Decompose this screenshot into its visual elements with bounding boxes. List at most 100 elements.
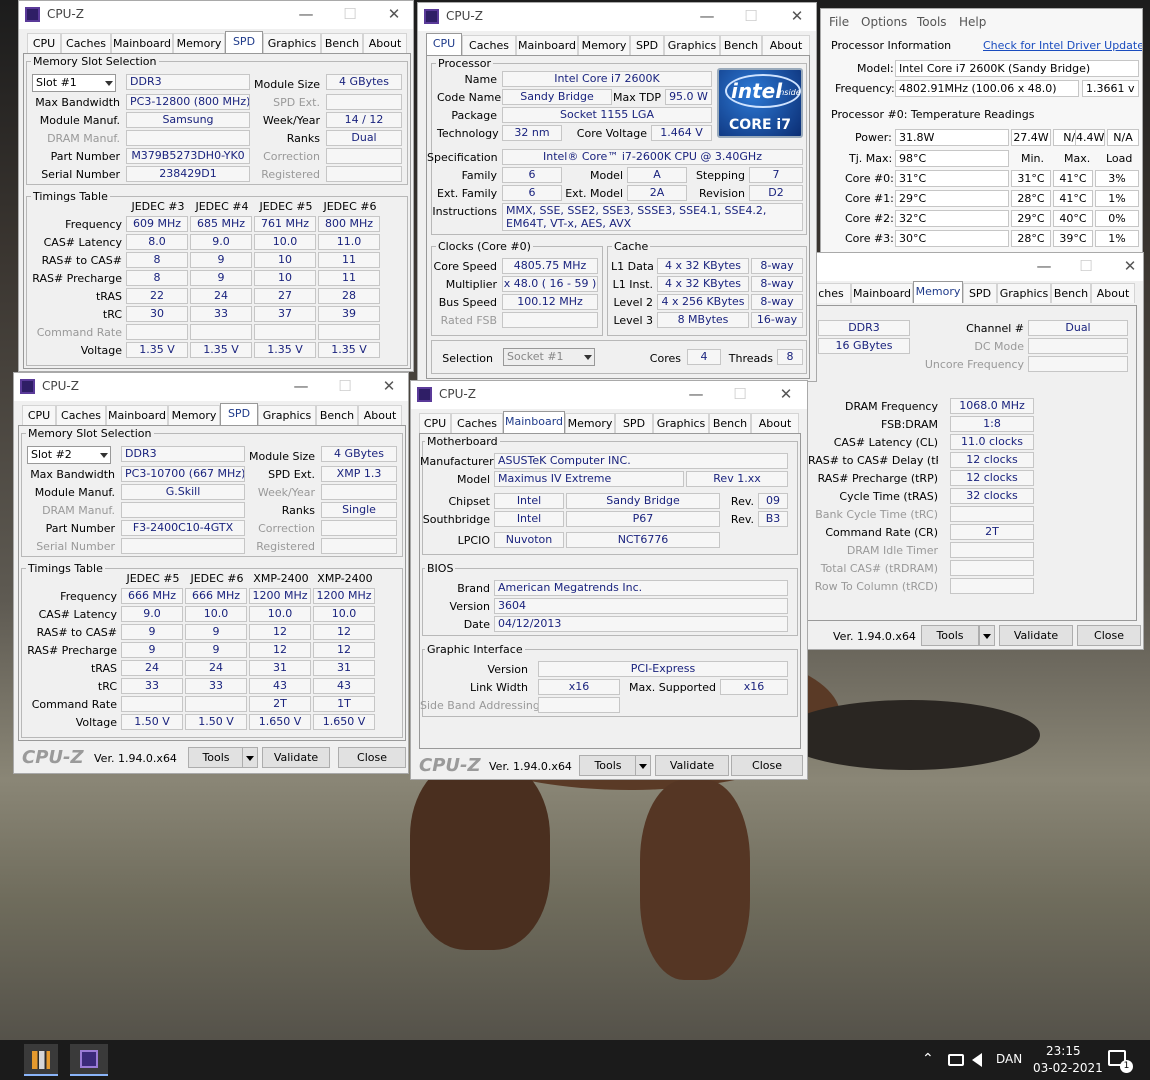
maximize-button[interactable]: ☐ <box>1069 257 1103 277</box>
tab-mainboard[interactable]: Mainboard <box>106 405 168 425</box>
tab-mainboard[interactable]: Mainboard <box>516 35 578 55</box>
timing-cell: 10 <box>254 252 316 268</box>
tools-button[interactable]: Tools <box>921 625 979 646</box>
revision-label: Revision <box>699 187 745 200</box>
minimize-button[interactable]: — <box>679 385 713 405</box>
menu-options[interactable]: Options <box>861 15 907 29</box>
clock-time[interactable]: 23:15 <box>1046 1044 1081 1058</box>
close-window-button[interactable]: ✕ <box>780 7 814 27</box>
core-max: 39°C <box>1053 230 1093 247</box>
clock-date[interactable]: 03-02-2021 <box>1033 1061 1103 1075</box>
timing-cell <box>318 324 380 340</box>
tab-caches[interactable]: Caches <box>462 35 516 55</box>
tab-spd[interactable]: SPD <box>963 283 997 303</box>
close-window-button[interactable]: ✕ <box>769 385 803 405</box>
correction-label: Correction <box>258 522 315 535</box>
tab-spd[interactable]: SPD <box>615 413 653 433</box>
close-button[interactable]: Close <box>1077 625 1141 646</box>
close-window-button[interactable]: ✕ <box>1113 257 1143 277</box>
tab-about[interactable]: About <box>751 413 799 433</box>
tab-cpu[interactable]: CPU <box>27 33 61 53</box>
input-language[interactable]: DAN <box>996 1052 1022 1066</box>
cpuz-app-icon <box>25 7 40 22</box>
module-manuf-value: G.Skill <box>121 484 245 500</box>
power-label: Power: <box>855 131 892 144</box>
minimize-button[interactable]: — <box>1027 257 1061 277</box>
tab-bench[interactable]: Bench <box>720 35 762 55</box>
tab-spd[interactable]: SPD <box>630 35 664 55</box>
tools-dropdown[interactable] <box>635 755 651 776</box>
maximize-button[interactable]: ☐ <box>723 385 757 405</box>
tab-caches[interactable]: Caches <box>451 413 503 433</box>
tab-graphics[interactable]: Graphics <box>997 283 1051 303</box>
tab-memory[interactable]: Memory <box>173 33 225 53</box>
minimize-button[interactable]: — <box>289 5 323 25</box>
taskbar-app-icon[interactable] <box>24 1044 58 1076</box>
tab-about[interactable]: About <box>1091 283 1135 303</box>
tab-memory[interactable]: Memory <box>168 405 220 425</box>
tools-dropdown[interactable] <box>979 625 995 646</box>
tab-bench[interactable]: Bench <box>316 405 358 425</box>
tools-button[interactable]: Tools <box>188 747 244 768</box>
socket-select[interactable]: Socket #1 <box>503 348 595 366</box>
tab-cpu[interactable]: CPU <box>419 413 451 433</box>
close-window-button[interactable]: ✕ <box>372 377 406 397</box>
minimize-button[interactable]: — <box>284 377 318 397</box>
tools-button[interactable]: Tools <box>579 755 637 776</box>
chipset-vendor: Intel <box>494 493 564 509</box>
tab-bench[interactable]: Bench <box>1051 283 1091 303</box>
tab-mainboard[interactable]: Mainboard <box>851 283 913 303</box>
tab-bench[interactable]: Bench <box>709 413 751 433</box>
close-button[interactable]: Close <box>731 755 803 776</box>
southbridge-label: Southbridge <box>422 513 490 526</box>
intel-driver-link[interactable]: Check for Intel Driver Updates <box>983 39 1142 52</box>
tab-about[interactable]: About <box>358 405 402 425</box>
tab-cpu[interactable]: CPU <box>426 33 462 55</box>
slot-select[interactable]: Slot #1 <box>32 74 116 92</box>
maximize-button[interactable]: ☐ <box>734 7 768 27</box>
show-hidden-icons[interactable]: ⌃ <box>922 1051 934 1067</box>
maximize-button[interactable]: ☐ <box>333 5 367 25</box>
southbridge-rev-label: Rev. <box>730 513 754 526</box>
tab-memory[interactable]: Memory <box>565 413 615 433</box>
slot-select[interactable]: Slot #2 <box>27 446 111 464</box>
tab-caches[interactable]: ches <box>811 283 851 303</box>
tab-memory[interactable]: Memory <box>913 281 963 303</box>
tab-about[interactable]: About <box>363 33 407 53</box>
validate-button[interactable]: Validate <box>655 755 729 776</box>
close-window-button[interactable]: ✕ <box>377 5 411 25</box>
tab-spd[interactable]: SPD <box>225 31 263 53</box>
tab-graphics[interactable]: Graphics <box>653 413 709 433</box>
tab-cpu[interactable]: CPU <box>22 405 56 425</box>
tab-bench[interactable]: Bench <box>321 33 363 53</box>
tab-mainboard[interactable]: Mainboard <box>503 411 565 433</box>
menu-file[interactable]: File <box>829 15 849 29</box>
tab-graphics[interactable]: Graphics <box>664 35 720 55</box>
tab-graphics[interactable]: Graphics <box>258 405 316 425</box>
chipset-rev-label: Rev. <box>730 495 754 508</box>
module-manuf-label: Module Manuf. <box>34 486 115 499</box>
timing-cell: 24 <box>121 660 183 676</box>
timing-cell: 12 <box>249 624 311 640</box>
network-icon[interactable] <box>948 1054 964 1066</box>
tab-caches[interactable]: Caches <box>56 405 106 425</box>
volume-icon[interactable] <box>972 1053 982 1067</box>
menu-tools[interactable]: Tools <box>917 15 947 29</box>
core-2-label: Core #2: <box>845 212 894 225</box>
dram-freq-value: 1068.0 MHz <box>950 398 1034 414</box>
menu-help[interactable]: Help <box>959 15 986 29</box>
tab-graphics[interactable]: Graphics <box>263 33 321 53</box>
power-value: 4.4W <box>1075 129 1105 146</box>
tools-dropdown[interactable] <box>242 747 258 768</box>
validate-button[interactable]: Validate <box>262 747 330 768</box>
minimize-button[interactable]: — <box>690 7 724 27</box>
cpuz-taskbar-button[interactable] <box>70 1044 108 1076</box>
tab-about[interactable]: About <box>762 35 810 55</box>
tab-mainboard[interactable]: Mainboard <box>111 33 173 53</box>
tab-caches[interactable]: Caches <box>61 33 111 53</box>
close-button[interactable]: Close <box>338 747 406 768</box>
tab-spd[interactable]: SPD <box>220 403 258 425</box>
maximize-button[interactable]: ☐ <box>328 377 362 397</box>
validate-button[interactable]: Validate <box>999 625 1073 646</box>
tab-memory[interactable]: Memory <box>578 35 630 55</box>
